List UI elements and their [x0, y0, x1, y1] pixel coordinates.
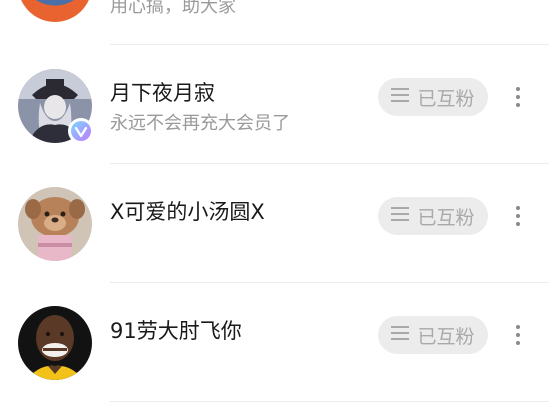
- follow-list: 用心搞，助大家 月下夜月寂 永远不会再充大会员了 已互粉 X可爱的小汤圆X 已互…: [0, 0, 549, 411]
- more-vertical-icon[interactable]: [506, 323, 530, 347]
- list-item[interactable]: 用心搞，助大家: [0, 0, 549, 45]
- list-item[interactable]: 91劳大肘飞你 已互粉: [0, 283, 549, 402]
- mutual-follow-button[interactable]: 已互粉: [378, 78, 488, 116]
- follow-label: 已互粉: [417, 206, 475, 229]
- follow-label: 已互粉: [417, 325, 475, 348]
- user-name[interactable]: X可爱的小汤圆X: [110, 196, 265, 226]
- user-name[interactable]: 91劳大肘飞你: [110, 315, 242, 345]
- list-icon: [391, 324, 410, 346]
- vip-heart-icon: [68, 118, 94, 144]
- user-name[interactable]: 月下夜月寂: [110, 77, 215, 107]
- list-icon: [391, 205, 410, 227]
- user-signature: 用心搞，助大家: [110, 0, 236, 17]
- avatar[interactable]: [18, 306, 92, 380]
- list-item[interactable]: 月下夜月寂 永远不会再充大会员了 已互粉: [0, 45, 549, 164]
- more-vertical-icon[interactable]: [506, 204, 530, 228]
- mutual-follow-button[interactable]: 已互粉: [378, 197, 488, 235]
- avatar[interactable]: [18, 0, 92, 22]
- user-signature: 永远不会再充大会员了: [110, 113, 290, 134]
- more-vertical-icon[interactable]: [506, 85, 530, 109]
- list-item[interactable]: X可爱的小汤圆X 已互粉: [0, 164, 549, 283]
- mutual-follow-button[interactable]: 已互粉: [378, 316, 488, 354]
- divider: [110, 401, 549, 402]
- list-icon: [391, 86, 410, 108]
- avatar[interactable]: [18, 187, 92, 261]
- follow-label: 已互粉: [417, 87, 475, 110]
